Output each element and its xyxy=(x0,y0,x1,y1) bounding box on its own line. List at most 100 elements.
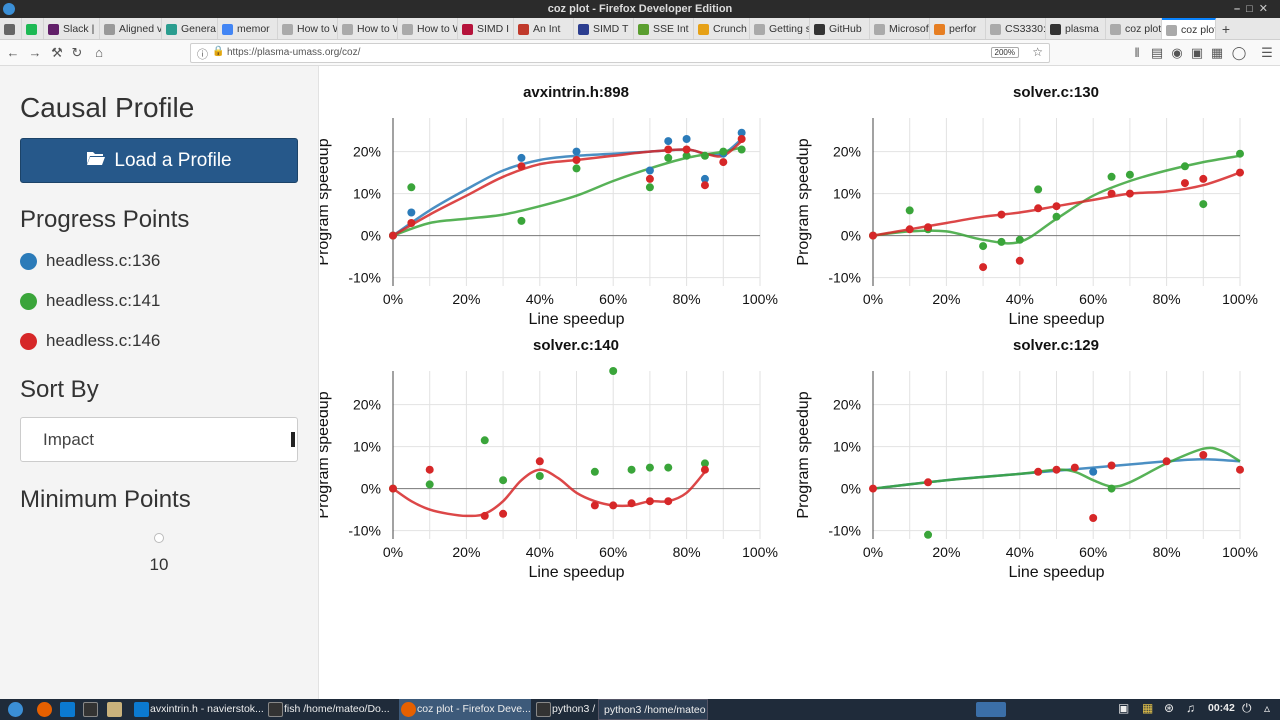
load-profile-button[interactable]: Load a Profile xyxy=(20,138,298,183)
tab-label: SSE Int xyxy=(653,23,689,35)
x-tick-label: 100% xyxy=(742,544,778,560)
screenshot-icon[interactable]: ▣ xyxy=(1188,44,1206,62)
minimum-points-slider[interactable] xyxy=(154,533,164,543)
tab[interactable] xyxy=(0,18,22,39)
tab-active[interactable]: coz plot✕ xyxy=(1162,18,1216,39)
tab[interactable]: Genera xyxy=(162,18,218,39)
tab[interactable]: Crunch xyxy=(694,18,750,39)
tools-icon[interactable]: ⚒ xyxy=(48,44,66,62)
back-icon[interactable]: ← xyxy=(4,44,22,62)
firefox-launcher-icon[interactable] xyxy=(37,702,52,717)
favicon-icon xyxy=(874,23,885,35)
vscode-launcher-icon[interactable] xyxy=(60,702,75,717)
x-tick-label: 20% xyxy=(932,291,960,307)
legend-item[interactable]: headless.c:141 xyxy=(20,291,160,311)
data-point xyxy=(1125,170,1134,179)
chart-panel: solver.c:130-10%0%10%20%0% 20% 40% 60% 80% 10… xyxy=(795,84,1258,328)
tab[interactable]: GitHub xyxy=(810,18,870,39)
y-tick-label: -10% xyxy=(828,270,861,286)
x-tick-label: 0% xyxy=(863,544,883,560)
bookmark-star-icon[interactable]: ☆ xyxy=(1032,45,1043,59)
workspace-icon[interactable] xyxy=(976,702,1006,717)
favicon-icon xyxy=(402,23,413,35)
reload-icon[interactable]: ↻ xyxy=(68,44,86,62)
tab[interactable]: SIMD T xyxy=(574,18,634,39)
tab[interactable] xyxy=(22,18,44,39)
tab[interactable]: memor xyxy=(218,18,278,39)
terminal-launcher-icon[interactable] xyxy=(83,702,98,717)
data-point xyxy=(1089,467,1098,476)
zoom-badge[interactable]: 200% xyxy=(990,47,1019,58)
vscode-icon xyxy=(134,702,149,717)
legend-item[interactable]: headless.c:136 xyxy=(20,251,160,271)
clipboard-icon[interactable]: ▦ xyxy=(1142,701,1153,715)
favicon-icon xyxy=(638,23,649,35)
os-title-bar: coz plot - Firefox Developer Edition –□✕ xyxy=(0,0,1280,18)
volume-icon[interactable]: ♫ xyxy=(1186,701,1195,715)
library-icon[interactable]: ‖ xyxy=(1128,44,1146,62)
tab[interactable]: Getting st xyxy=(750,18,810,39)
tab[interactable]: coz plot xyxy=(1106,18,1162,39)
tab[interactable]: CS3330: A xyxy=(986,18,1046,39)
forward-icon[interactable]: → xyxy=(26,44,44,62)
url-text[interactable]: https://plasma-umass.org/coz/ xyxy=(227,47,360,58)
files-launcher-icon[interactable] xyxy=(107,702,122,717)
menu-icon[interactable]: ☰ xyxy=(1258,44,1276,62)
devtools-icon[interactable]: ◯ xyxy=(1230,44,1248,62)
window-controls[interactable]: –□✕ xyxy=(1234,0,1274,18)
tab[interactable]: Aligned vs xyxy=(100,18,162,39)
data-point xyxy=(1070,463,1079,472)
tab-label: CS3330: A xyxy=(1005,23,1046,35)
url-bar[interactable]: ⓘ 🔒 https://plasma-umass.org/coz/ 200% ☆ xyxy=(190,43,1050,63)
data-point xyxy=(905,206,914,215)
x-tick-label: 80% xyxy=(1153,291,1181,307)
tab[interactable]: perfor xyxy=(930,18,986,39)
home-icon[interactable]: ⌂ xyxy=(90,44,108,62)
sidebar: Causal Profile Load a Profile Progress P… xyxy=(0,66,319,699)
x-tick-label: 60% xyxy=(599,291,627,307)
taskbar-item[interactable]: python3 / xyxy=(534,699,598,720)
tab[interactable]: How to W xyxy=(278,18,338,39)
display-icon[interactable]: ▣ xyxy=(1118,701,1129,715)
y-tick-label: -10% xyxy=(348,270,381,286)
x-tick-label: 100% xyxy=(1222,544,1258,560)
taskbar-item-label: coz plot - Firefox Deve... xyxy=(417,703,531,715)
chart-panel: avxintrin.h:898-10%0%10%20%0% 20% 40% 60% 80… xyxy=(315,84,778,328)
minimum-points-value: 10 xyxy=(149,555,169,574)
legend-dot-icon xyxy=(20,292,37,310)
data-point xyxy=(517,162,526,171)
folder-open-icon xyxy=(86,150,106,172)
tab[interactable]: An Int xyxy=(514,18,574,39)
tab[interactable]: SSE Int xyxy=(634,18,694,39)
tray-icon[interactable]: ▵ xyxy=(1264,701,1270,715)
start-menu-icon[interactable] xyxy=(8,702,23,717)
data-point xyxy=(905,225,914,234)
tab[interactable]: Microsoft xyxy=(870,18,930,39)
x-tick-label: 80% xyxy=(673,291,701,307)
tab-label: Crunch xyxy=(713,23,747,35)
power-icon[interactable]: ⏻ xyxy=(1242,701,1252,716)
tab-label: coz plot xyxy=(1125,23,1162,35)
tab[interactable]: Slack | xyxy=(44,18,100,39)
tab[interactable]: How to W xyxy=(338,18,398,39)
y-tick-label: 20% xyxy=(353,144,381,160)
tab[interactable]: SIMD I xyxy=(458,18,514,39)
extension-icon[interactable]: ◉ xyxy=(1168,44,1186,62)
new-tab-button[interactable]: + xyxy=(1216,18,1236,39)
x-tick-label: 40% xyxy=(1006,544,1034,560)
lock-icon[interactable]: 🔒 xyxy=(212,46,224,57)
data-point xyxy=(572,164,581,173)
tab[interactable]: How to W xyxy=(398,18,458,39)
sort-by-select[interactable]: Impact xyxy=(20,417,298,462)
taskbar-item[interactable]: avxintrin.h - navierstok... xyxy=(132,699,264,720)
sort-by-value: Impact xyxy=(43,430,95,449)
apps-icon[interactable]: ▦ xyxy=(1208,44,1226,62)
taskbar-item-active[interactable]: coz plot - Firefox Deve... xyxy=(399,699,531,720)
info-icon[interactable]: ⓘ xyxy=(197,46,208,62)
bluetooth-icon[interactable]: ⊛ xyxy=(1164,701,1174,715)
legend-item[interactable]: headless.c:146 xyxy=(20,331,160,351)
tab[interactable]: plasma xyxy=(1046,18,1106,39)
sidebar-icon[interactable]: ▤ xyxy=(1148,44,1166,62)
terminal-icon xyxy=(268,702,283,717)
taskbar-item[interactable]: fish /home/mateo/Do... xyxy=(266,699,396,720)
